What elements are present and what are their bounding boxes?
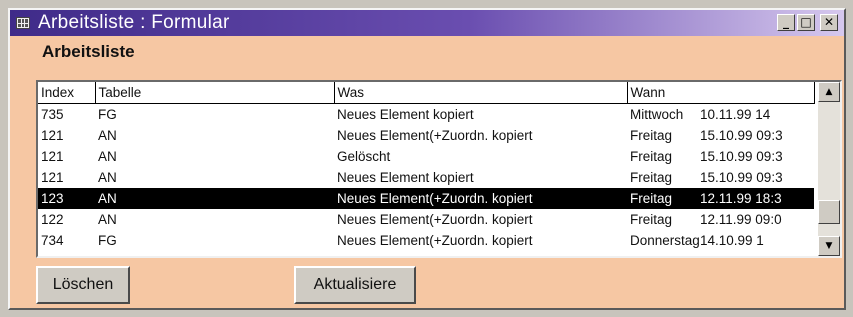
form-window: Arbeitsliste : Formular _ □ ✕ Arbeitslis… [8,8,846,310]
column-header-wann[interactable]: Wann [627,82,815,104]
cell-index: 123 [38,188,95,209]
form-title: Arbeitsliste [42,42,135,61]
list-row[interactable]: 735 FG Neues Element kopiert Mittwoch 10.… [38,104,814,126]
column-header-was[interactable]: Was [334,82,628,104]
list-row[interactable]: 121 AN Gelöscht Freitag 15.10.99 09:3 [38,146,814,167]
cell-tabelle: AN [98,170,117,185]
minimize-button[interactable]: _ [777,14,795,31]
cell-index: 121 [41,149,64,164]
cell-wann: Mittwoch 10.11.99 14 [627,104,814,126]
cell-index: 735 [41,107,64,122]
cell-was: Gelöscht [337,149,391,164]
wann-date: 15.10.99 09:3 [700,149,783,164]
wann-day: Freitag [630,149,673,164]
wann-day: Mittwoch [630,107,684,122]
wann-day: Freitag [630,128,673,143]
form-icon [16,17,30,29]
cell-tabelle: FG [98,107,117,122]
cell-wann: Freitag 15.10.99 09:3 [627,125,814,146]
wann-day: Freitag [630,212,673,227]
cell-tabelle: AN [98,149,117,164]
cell-index: 121 [41,170,64,185]
column-header-index[interactable]: Index [38,82,96,104]
list-row[interactable]: 121 AN Neues Element(+Zuordn. kopiert Fr… [38,125,814,146]
arbeitsliste-table: Index Tabelle Was Wann 735 FG Neues Elem… [38,82,815,251]
scroll-down-arrow-icon[interactable]: ▼ [818,236,840,256]
wann-date: 15.10.99 09:3 [700,170,783,185]
wann-day: Donnerstag [630,233,700,248]
wann-date: 15.10.99 09:3 [700,128,783,143]
cell-tabelle: AN [98,128,117,143]
title-bar[interactable]: Arbeitsliste : Formular _ □ ✕ [10,10,844,36]
cell-index: 734 [41,233,64,248]
cell-tabelle: FG [98,233,117,248]
list-row[interactable]: 121 AN Neues Element kopiert Freitag 15.1… [38,167,814,188]
aktualisiere-button[interactable]: Aktualisiere [294,266,416,304]
cell-was: Neues Element(+Zuordn. kopiert [337,128,533,143]
list-row[interactable]: 122 AN Neues Element(+Zuordn. kopiert Fr… [38,209,814,230]
cell-was: Neues Element(+Zuordn. kopiert [337,212,533,227]
wann-date: 14.10.99 1 [700,233,764,248]
cell-was: Neues Element kopiert [337,107,474,122]
wann-day: Freitag [630,191,673,206]
cell-was: Neues Element(+Zuordn. kopiert [334,188,627,209]
cell-wann: Freitag 12.11.99 18:3 [627,188,814,209]
wann-date: 12.11.99 18:3 [700,191,782,206]
scroll-thumb[interactable] [818,200,840,224]
vertical-scrollbar[interactable]: ▲ ▼ [818,82,840,256]
wann-date: 10.11.99 14 [700,107,771,122]
cell-wann: Freitag 15.10.99 09:3 [627,146,814,167]
close-button[interactable]: ✕ [820,14,838,31]
cell-wann: Freitag 15.10.99 09:3 [627,167,814,188]
scroll-up-arrow-icon[interactable]: ▲ [818,82,840,102]
window-controls: _ □ ✕ [777,14,838,31]
wann-date: 12.11.99 09:0 [700,212,782,227]
header-row: Index Tabelle Was Wann [38,82,815,104]
cell-index: 122 [41,212,64,227]
wann-day: Freitag [630,170,673,185]
cell-index: 121 [41,128,64,143]
cell-was: Neues Element(+Zuordn. kopiert [337,233,533,248]
cell-wann: Donnerstag 14.10.99 1 [627,230,814,251]
cell-was: Neues Element kopiert [337,170,474,185]
cell-tabelle: AN [98,212,117,227]
cell-tabelle: AN [95,188,334,209]
maximize-button[interactable]: □ [797,14,815,31]
cell-wann: Freitag 12.11.99 09:0 [627,209,814,230]
list-row[interactable]: 734 FG Neues Element(+Zuordn. kopiert Do… [38,230,814,251]
loeschen-button[interactable]: Löschen [36,266,130,304]
arbeitsliste-listbox[interactable]: Index Tabelle Was Wann 735 FG Neues Elem… [36,80,842,258]
list-row-selected[interactable]: 123 AN Neues Element(+Zuordn. kopiert Fr… [38,188,814,209]
window-title: Arbeitsliste : Formular [38,12,230,33]
column-header-tabelle[interactable]: Tabelle [95,82,335,104]
